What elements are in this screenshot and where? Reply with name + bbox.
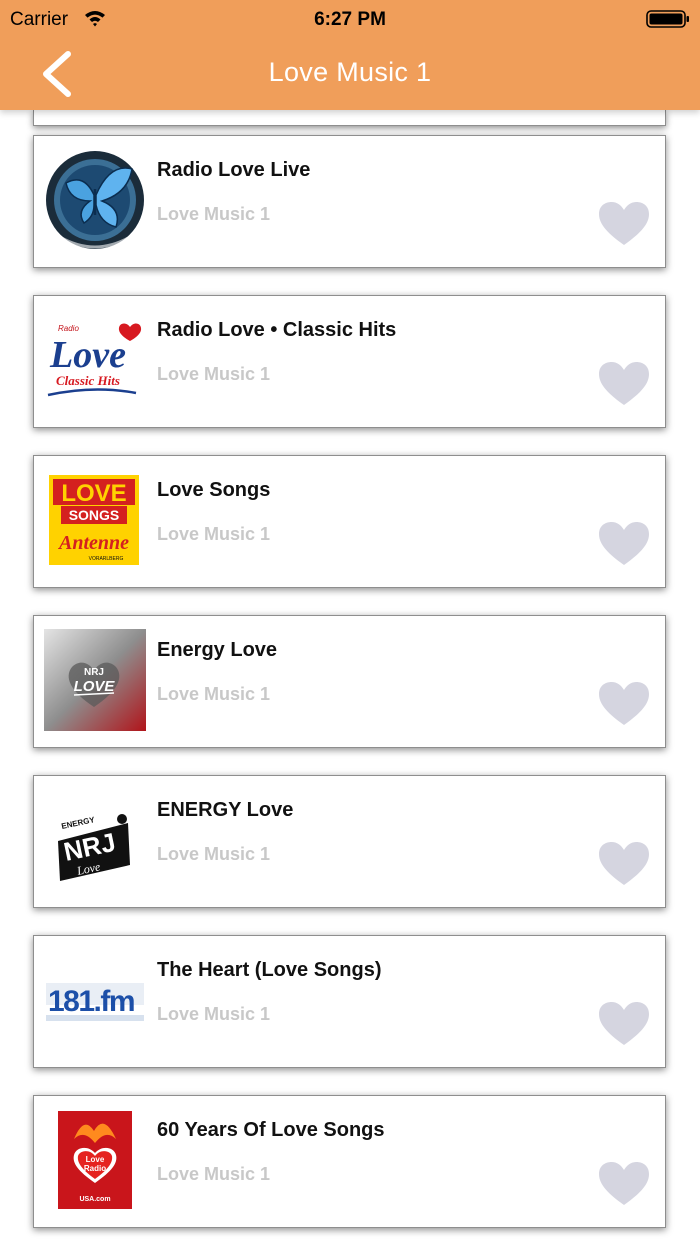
svg-text:181.fm: 181.fm — [48, 985, 134, 1018]
favorite-heart-icon[interactable] — [598, 841, 650, 887]
favorite-heart-icon[interactable] — [598, 1161, 650, 1207]
station-name: 60 Years Of Love Songs — [157, 1119, 385, 1141]
station-card[interactable]: Love Radio USA.com 60 Years Of Love Song… — [33, 1095, 666, 1228]
station-name: Radio Love Live — [157, 159, 311, 181]
station-name: The Heart (Love Songs) — [157, 959, 382, 981]
svg-text:Love: Love — [86, 1155, 105, 1164]
station-list[interactable]: Radio Love Live Love Music 1 Radio Love … — [0, 110, 700, 1244]
station-card[interactable]: Radio Love Live Love Music 1 — [33, 135, 666, 268]
station-name: Energy Love — [157, 639, 278, 661]
station-logo: 181.fm — [44, 949, 146, 1051]
station-card[interactable]: Radio Love Classic Hits Radio Love • Cla… — [33, 295, 666, 428]
station-logo: Love Radio USA.com — [58, 1111, 132, 1209]
station-logo — [46, 151, 144, 249]
station-genre: Love Music 1 — [157, 844, 271, 864]
station-genre: Love Music 1 — [157, 364, 271, 384]
svg-text:USA.com: USA.com — [79, 1196, 110, 1203]
station-genre: Love Music 1 — [157, 1004, 271, 1024]
svg-text:Classic Hits: Classic Hits — [56, 373, 120, 388]
svg-text:LOVE: LOVE — [61, 480, 126, 507]
station-card[interactable]: ENERGY NRJ Love ENERGY Love Love Music 1 — [33, 775, 666, 908]
station-logo: LOVE SONGS Antenne VORARLBERG — [49, 475, 139, 565]
svg-text:Radio: Radio — [58, 324, 79, 333]
station-card[interactable]: LOVE SONGS Antenne VORARLBERG Love Songs… — [33, 455, 666, 588]
svg-text:Antenne: Antenne — [57, 532, 129, 554]
navigation-bar: Love Music 1 — [0, 40, 700, 110]
station-logo: Radio Love Classic Hits — [44, 309, 146, 411]
station-genre: Love Music 1 — [157, 1164, 271, 1184]
station-genre: Love Music 1 — [157, 524, 271, 544]
station-card[interactable]: NRJ LOVE Energy Love Love Music 1 — [33, 615, 666, 748]
station-name: Radio Love • Classic Hits — [157, 319, 397, 341]
page-title: Love Music 1 — [268, 57, 432, 87]
svg-text:VORARLBERG: VORARLBERG — [89, 556, 124, 562]
previous-card-edge — [33, 110, 666, 126]
station-name: Love Songs — [157, 479, 271, 501]
app-header: Carrier 6:27 PM Love Music 1 — [0, 0, 700, 110]
svg-text:NRJ: NRJ — [84, 667, 104, 678]
station-logo: ENERGY NRJ Love — [44, 789, 146, 891]
battery-icon — [646, 10, 689, 28]
favorite-heart-icon[interactable] — [598, 1001, 650, 1047]
favorite-heart-icon[interactable] — [598, 201, 650, 247]
station-card[interactable]: 181.fm The Heart (Love Songs) Love Music… — [33, 935, 666, 1068]
station-genre: Love Music 1 — [157, 684, 271, 704]
svg-text:SONGS: SONGS — [69, 507, 120, 523]
svg-text:Love: Love — [49, 334, 126, 376]
station-name: ENERGY Love — [157, 799, 294, 821]
svg-text:LOVE: LOVE — [74, 678, 116, 695]
status-bar: Carrier 6:27 PM — [0, 0, 700, 40]
status-time: 6:27 PM — [314, 9, 386, 30]
favorite-heart-icon[interactable] — [598, 361, 650, 407]
station-genre: Love Music 1 — [157, 204, 271, 224]
station-logo: NRJ LOVE — [44, 629, 146, 731]
favorite-heart-icon[interactable] — [598, 681, 650, 727]
favorite-heart-icon[interactable] — [598, 521, 650, 567]
svg-text:Radio: Radio — [84, 1164, 106, 1173]
